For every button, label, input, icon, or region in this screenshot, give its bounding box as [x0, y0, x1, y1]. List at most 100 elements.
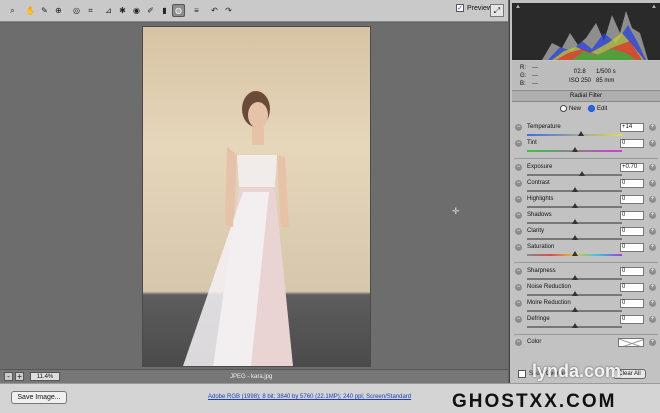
- noise-reduction-plus-icon[interactable]: +: [649, 284, 656, 291]
- temperature-plus-icon[interactable]: +: [649, 124, 656, 131]
- shadows-slider-track[interactable]: [527, 219, 622, 224]
- temperature-value-field[interactable]: +14: [620, 123, 644, 132]
- sharpness-slider-track[interactable]: [527, 275, 622, 280]
- zoom-in-button[interactable]: +: [15, 372, 24, 381]
- exposure-value-field[interactable]: +0.70: [620, 163, 644, 172]
- tint-value-field[interactable]: 0: [620, 139, 644, 148]
- radial-filter-icon[interactable]: ◍: [172, 4, 185, 17]
- exposure-plus-icon[interactable]: +: [649, 164, 656, 171]
- temperature-slider-track[interactable]: [527, 131, 622, 136]
- defringe-value-field[interactable]: 0: [620, 315, 644, 324]
- highlights-slider-track[interactable]: [527, 203, 622, 208]
- white-balance-icon[interactable]: ✎: [38, 4, 51, 17]
- saturation-plus-icon[interactable]: +: [649, 244, 656, 251]
- adjustment-panel: ▲ ▲ R: --- G: --- B: --- f/2.8 1/500 s I…: [509, 0, 660, 383]
- fullscreen-button[interactable]: ⤢: [490, 4, 504, 17]
- clarity-slider-thumb[interactable]: [571, 235, 578, 240]
- defringe-slider-thumb[interactable]: [571, 323, 578, 328]
- contrast-plus-icon[interactable]: +: [649, 180, 656, 187]
- shadow-clipping-icon[interactable]: ▲: [515, 4, 521, 10]
- preferences-icon[interactable]: ≡: [190, 4, 203, 17]
- clarity-minus-icon[interactable]: −: [515, 228, 522, 235]
- graduated-filter-icon[interactable]: ▮: [158, 4, 171, 17]
- contrast-value-field[interactable]: 0: [620, 179, 644, 188]
- mode-new-radio[interactable]: [560, 105, 567, 112]
- exposure-slider-track[interactable]: [527, 171, 622, 176]
- defringe-slider-track[interactable]: [527, 323, 622, 328]
- sharpness-plus-icon[interactable]: +: [649, 268, 656, 275]
- defringe-minus-icon[interactable]: −: [515, 316, 522, 323]
- clarity-value-field[interactable]: 0: [620, 227, 644, 236]
- photo-preview[interactable]: [143, 27, 370, 366]
- shadows-value-field[interactable]: 0: [620, 211, 644, 220]
- adjustment-brush-icon[interactable]: ✐: [144, 4, 157, 17]
- contrast-slider-thumb[interactable]: [571, 187, 578, 192]
- target-adjustment-icon[interactable]: ◎: [70, 4, 83, 17]
- exposure-slider-thumb[interactable]: [579, 171, 586, 176]
- straighten-icon[interactable]: ⊿: [102, 4, 115, 17]
- color-swatch[interactable]: [618, 338, 644, 347]
- shadows-plus-icon[interactable]: +: [649, 212, 656, 219]
- save-image-button[interactable]: Save Image...: [11, 391, 67, 404]
- clarity-plus-icon[interactable]: +: [649, 228, 656, 235]
- rotate-right-icon[interactable]: ↷: [222, 4, 235, 17]
- mode-edit-radio[interactable]: [588, 105, 595, 112]
- saturation-minus-icon[interactable]: −: [515, 244, 522, 251]
- noise-reduction-slider-track[interactable]: [527, 291, 622, 296]
- highlights-slider-thumb[interactable]: [571, 203, 578, 208]
- shadows-minus-icon[interactable]: −: [515, 212, 522, 219]
- show-overlay-checkbox[interactable]: ✓: [518, 369, 526, 378]
- saturation-slider-thumb[interactable]: [571, 251, 578, 256]
- mode-edit[interactable]: Edit: [588, 105, 607, 112]
- preview-checkbox[interactable]: ✓: [456, 4, 464, 12]
- mode-new[interactable]: New: [560, 105, 581, 112]
- sharpness-slider-thumb[interactable]: [571, 275, 578, 280]
- workflow-options-link[interactable]: Adobe RGB (1998); 8 bit; 3840 by 5760 (2…: [208, 394, 411, 400]
- contrast-minus-icon[interactable]: −: [515, 180, 522, 187]
- noise-reduction-minus-icon[interactable]: −: [515, 284, 522, 291]
- zoom-out-button[interactable]: -: [4, 372, 13, 381]
- noise-reduction-value-field[interactable]: 0: [620, 283, 644, 292]
- spot-removal-icon[interactable]: ✱: [116, 4, 129, 17]
- sharpness-minus-icon[interactable]: −: [515, 268, 522, 275]
- moire-reduction-minus-icon[interactable]: −: [515, 300, 522, 307]
- color-row: − Color +: [515, 338, 658, 354]
- color-sampler-icon[interactable]: ⊕: [52, 4, 65, 17]
- saturation-slider-track[interactable]: [527, 251, 622, 256]
- moire-reduction-slider-track[interactable]: [527, 307, 622, 312]
- exposure-minus-icon[interactable]: −: [515, 164, 522, 171]
- tint-plus-icon[interactable]: +: [649, 140, 656, 147]
- hand-icon[interactable]: ✋: [24, 4, 37, 17]
- temperature-slider-thumb[interactable]: [578, 131, 585, 136]
- crop-icon[interactable]: ⌗: [84, 4, 97, 17]
- color-plus-icon[interactable]: +: [649, 339, 656, 346]
- moire-reduction-value-field[interactable]: 0: [620, 299, 644, 308]
- highlights-value-field[interactable]: 0: [620, 195, 644, 204]
- image-canvas[interactable]: ✛: [0, 23, 508, 369]
- section-divider: [514, 262, 658, 263]
- zoom-icon[interactable]: ⌕: [6, 4, 19, 17]
- section-divider: [514, 334, 658, 335]
- highlights-minus-icon[interactable]: −: [515, 196, 522, 203]
- color-minus-icon[interactable]: −: [515, 339, 522, 346]
- noise-reduction-slider-thumb[interactable]: [571, 291, 578, 296]
- highlights-plus-icon[interactable]: +: [649, 196, 656, 203]
- zoom-level-select[interactable]: 11.4%: [30, 372, 60, 381]
- defringe-plus-icon[interactable]: +: [649, 316, 656, 323]
- red-eye-icon[interactable]: ◉: [130, 4, 143, 17]
- contrast-slider-track[interactable]: [527, 187, 622, 192]
- temperature-minus-icon[interactable]: −: [515, 124, 522, 131]
- preview-toggle[interactable]: ✓ Preview: [456, 4, 492, 12]
- tint-minus-icon[interactable]: −: [515, 140, 522, 147]
- sharpness-value-field[interactable]: 0: [620, 267, 644, 276]
- toolbar: ⌕ ✋ ✎ ⊕ ◎ ⌗ ⊿ ✱ ◉ ✐ ▮ ◍ ≡ ↶ ↷: [0, 0, 508, 22]
- moire-reduction-plus-icon[interactable]: +: [649, 300, 656, 307]
- moire-reduction-slider-thumb[interactable]: [571, 307, 578, 312]
- shadows-slider-thumb[interactable]: [571, 219, 578, 224]
- rotate-left-icon[interactable]: ↶: [208, 4, 221, 17]
- clarity-slider-track[interactable]: [527, 235, 622, 240]
- tint-slider-thumb[interactable]: [571, 147, 578, 152]
- tint-slider-track[interactable]: [527, 147, 622, 152]
- saturation-value-field[interactable]: 0: [620, 243, 644, 252]
- highlight-clipping-icon[interactable]: ▲: [651, 4, 657, 10]
